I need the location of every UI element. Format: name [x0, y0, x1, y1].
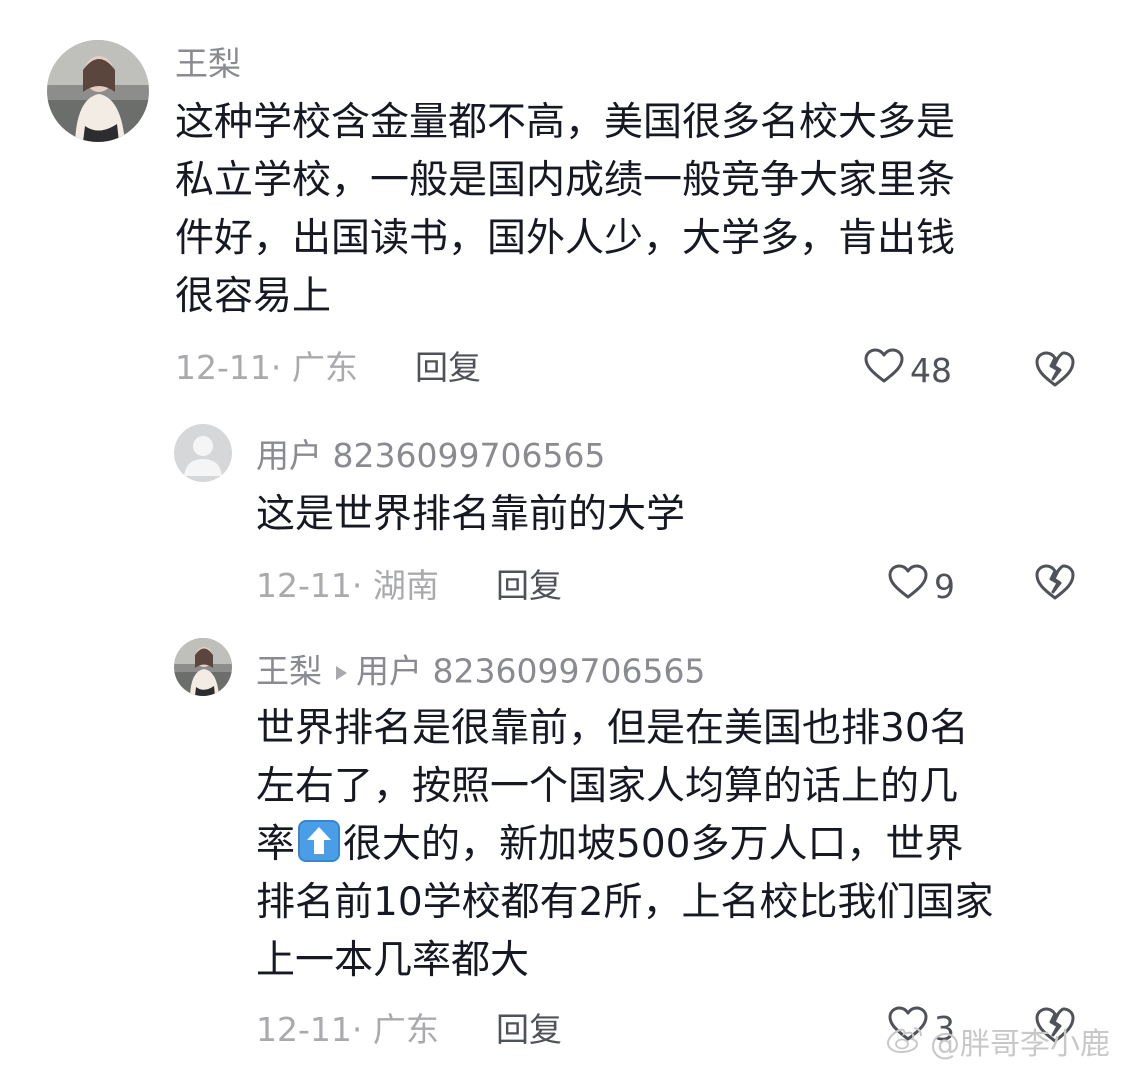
- comment-text-segment: 率: [256, 822, 296, 867]
- reply-author[interactable]: 王梨: [256, 652, 322, 691]
- like-button[interactable]: 48: [864, 348, 952, 393]
- up-arrow-emoji-icon: [297, 819, 341, 863]
- avatar[interactable]: [174, 638, 232, 696]
- comment-text-line: 这是世界排名靠前的大学: [256, 492, 686, 537]
- comment-date-location: 12-11· 广东: [175, 348, 358, 387]
- dislike-button[interactable]: [1034, 563, 1076, 605]
- comment-text-line: 世界排名是很靠前，但是在美国也排30名: [256, 706, 969, 751]
- reply-button[interactable]: 回复: [496, 1010, 562, 1050]
- heart-icon: [864, 348, 904, 393]
- comment-text-line: 很容易上: [175, 274, 332, 319]
- comment-username: 王梨 用户 8236099706565: [256, 650, 705, 696]
- comment-date-location: 12-11· 湖南: [256, 566, 439, 605]
- dislike-button[interactable]: [1034, 350, 1076, 392]
- watermark-text: @胖哥李小鹿: [930, 1026, 1110, 1062]
- reply-target[interactable]: 用户 8236099706565: [356, 652, 705, 691]
- like-count: 48: [910, 350, 952, 390]
- avatar[interactable]: [174, 424, 232, 482]
- reply-button[interactable]: 回复: [496, 566, 562, 606]
- comment-text-line: 率 很大的，新加坡500多万人口，世界: [256, 816, 993, 874]
- watermark: @胖哥李小鹿: [886, 1025, 1110, 1064]
- comment-text-line: 上一本几率都大: [256, 938, 530, 983]
- comment-username[interactable]: 用户 8236099706565: [256, 436, 605, 476]
- comment-text-line: 排名前10学校都有2所，上名校比我们国家: [256, 880, 994, 925]
- comment-text-line: 左右了，按照一个国家人均算的话上的几: [256, 764, 959, 809]
- like-button[interactable]: 9: [888, 564, 955, 609]
- comment-username[interactable]: 王梨: [175, 44, 241, 84]
- comment-text-line: 这种学校含金量都不高，美国很多名校大多是: [175, 100, 956, 145]
- reply-button[interactable]: 回复: [415, 348, 481, 388]
- comment-text: 这种学校含金量都不高，美国很多名校大多是 私立学校，一般是国内成绩一般竞争大家里…: [175, 94, 955, 326]
- comment-text-line: 件好，出国读书，国外人少，大学多，肯出钱: [175, 216, 956, 261]
- comment-text-segment: 很大的，新加坡500多万人口，世界: [343, 822, 964, 867]
- broken-heart-icon: [1034, 351, 1076, 392]
- comment-text-line: 私立学校，一般是国内成绩一般竞争大家里条: [175, 158, 956, 203]
- avatar[interactable]: [47, 40, 149, 142]
- comment-text: 世界排名是很靠前，但是在美国也排30名 左右了，按照一个国家人均算的话上的几 率…: [256, 700, 993, 990]
- comment-date-location: 12-11· 广东: [256, 1010, 439, 1049]
- broken-heart-icon: [1034, 564, 1076, 605]
- heart-icon: [888, 564, 928, 609]
- comment-text: 这是世界排名靠前的大学: [256, 486, 685, 544]
- reply-arrow-icon: [334, 650, 348, 690]
- weibo-icon: [886, 1025, 924, 1064]
- like-count: 9: [934, 566, 955, 606]
